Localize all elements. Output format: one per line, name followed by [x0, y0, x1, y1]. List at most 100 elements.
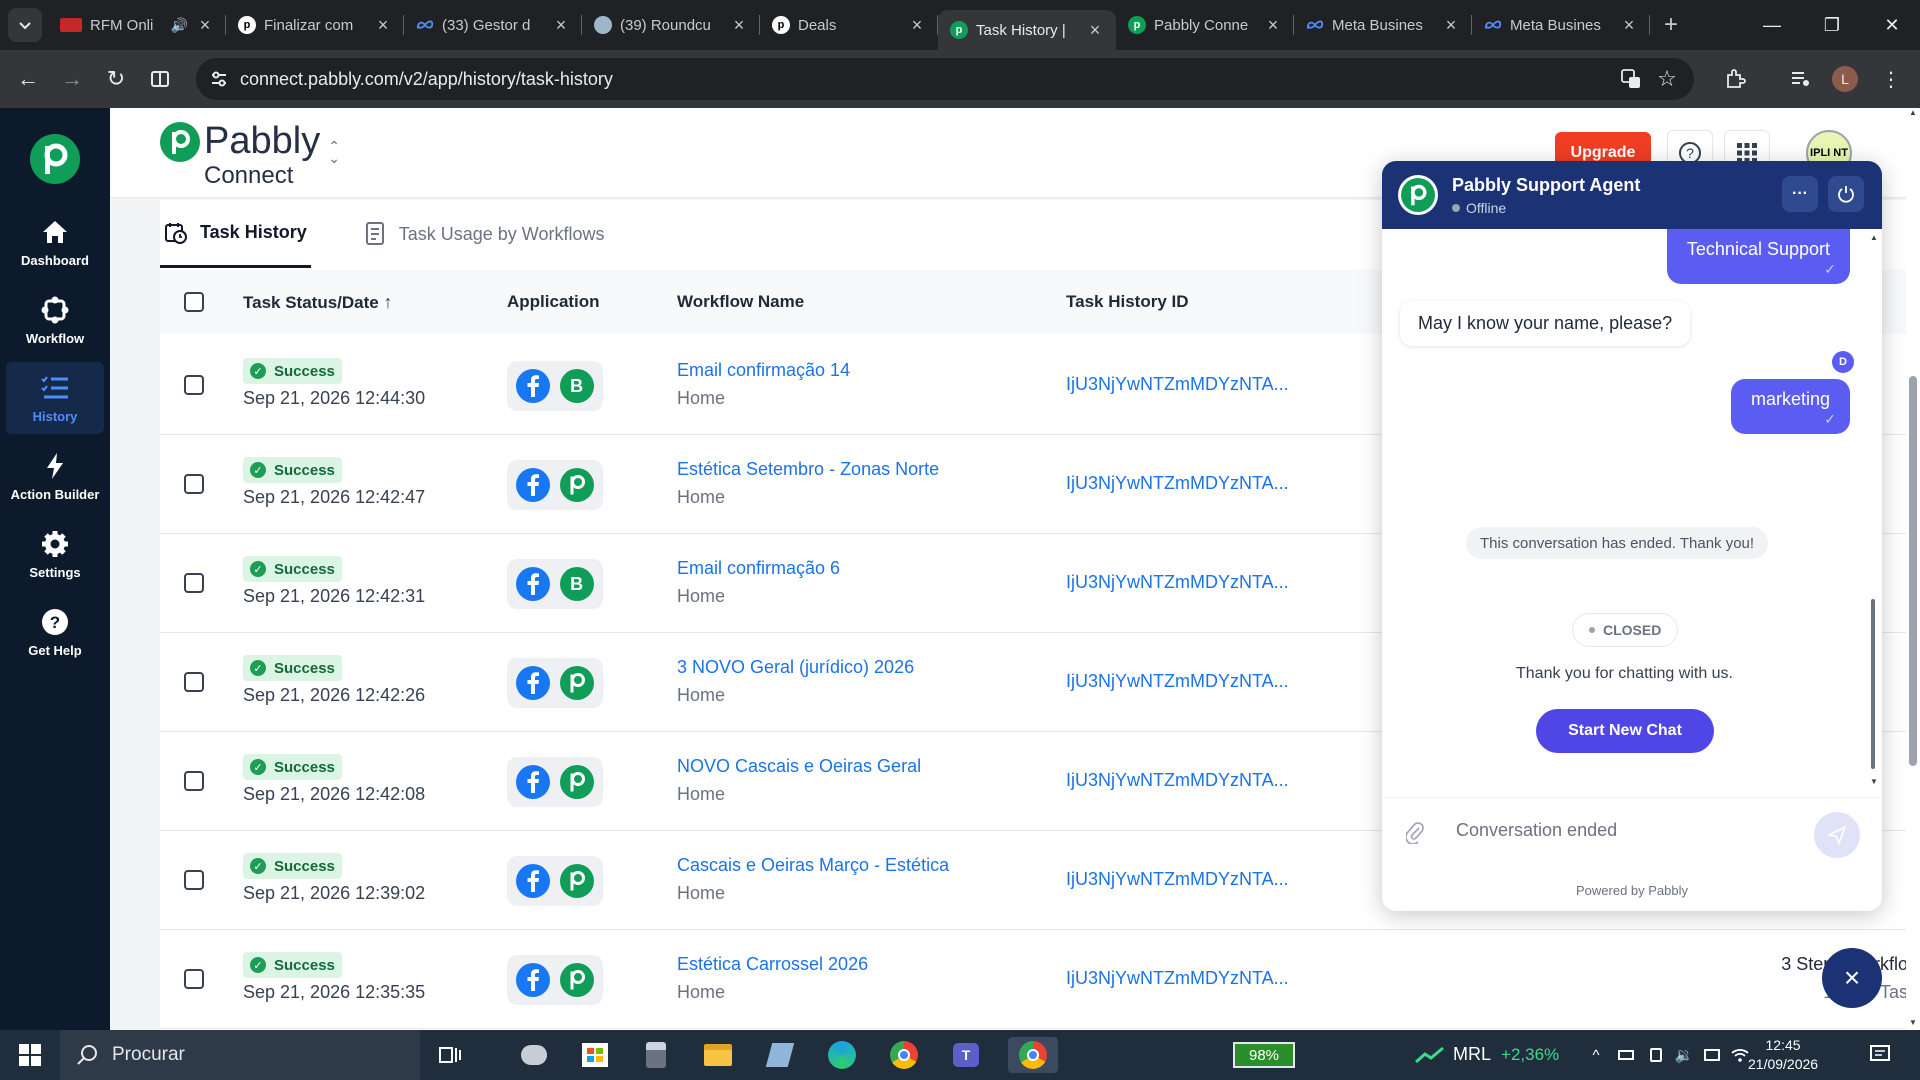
sidebar-item-action-builder[interactable]: Action Builder	[6, 440, 104, 512]
browser-tab[interactable]: (39) Roundcu ×	[582, 0, 760, 50]
browser-tab-active[interactable]: p Task History | ×	[938, 10, 1116, 50]
media-controls-icon[interactable]	[1786, 64, 1816, 94]
send-button[interactable]	[1814, 812, 1860, 858]
star-icon[interactable]: ☆	[1652, 64, 1682, 94]
select-all-checkbox[interactable]	[184, 292, 204, 312]
tab-task-history[interactable]: Task History	[160, 200, 311, 268]
sidebar-item-workflow[interactable]: Workflow	[6, 284, 104, 356]
close-icon[interactable]: ×	[1086, 20, 1104, 41]
notifications-icon[interactable]	[1868, 1042, 1892, 1066]
notepad-icon[interactable]	[760, 1037, 800, 1073]
workflow-link[interactable]: Email confirmação 6	[677, 558, 840, 579]
row-checkbox[interactable]	[184, 474, 204, 494]
system-clock[interactable]: 12:45 21/09/2026	[1748, 1036, 1818, 1074]
battery-indicator[interactable]: 98%	[1233, 1042, 1295, 1068]
workflow-link[interactable]: Estética Setembro - Zonas Norte	[677, 459, 939, 480]
forward-button[interactable]: →	[50, 57, 94, 101]
chat-end-button[interactable]	[1828, 176, 1864, 212]
url-text[interactable]: connect.pabbly.com/v2/app/history/task-h…	[240, 69, 613, 90]
row-checkbox[interactable]	[184, 771, 204, 791]
workflow-link[interactable]: 3 NOVO Geral (jurídico) 2026	[677, 657, 914, 678]
sidebar-item-settings[interactable]: Settings	[6, 518, 104, 590]
column-header-status[interactable]: Task Status/Date ↑	[243, 292, 392, 313]
pabbly-connect-logo[interactable]: Pabbly Connect ⌃ ⌄	[160, 122, 340, 189]
chat-input[interactable]: Conversation ended	[1456, 820, 1617, 841]
edge-icon[interactable]	[822, 1037, 862, 1073]
task-history-id-link[interactable]: IjU3NjYwNTZmMDYzNTA...	[1066, 473, 1289, 494]
reload-button[interactable]: ↻	[94, 57, 138, 101]
browser-tab[interactable]: p Deals ×	[760, 0, 938, 50]
split-view-button[interactable]	[138, 57, 182, 101]
close-icon[interactable]: ×	[908, 15, 926, 36]
back-button[interactable]: ←	[6, 57, 50, 101]
start-new-chat-button[interactable]: Start New Chat	[1536, 709, 1714, 753]
close-icon[interactable]: ×	[730, 15, 748, 36]
task-history-id-link[interactable]: IjU3NjYwNTZmMDYzNTA...	[1066, 374, 1289, 395]
address-bar[interactable]: connect.pabbly.com/v2/app/history/task-h…	[196, 58, 1694, 100]
sidebar-item-history[interactable]: History	[6, 362, 104, 434]
task-history-id-link[interactable]: IjU3NjYwNTZmMDYzNTA...	[1066, 572, 1289, 593]
chevron-up-icon[interactable]: ^	[1584, 1043, 1608, 1067]
chat-options-button[interactable]: ···	[1782, 176, 1818, 212]
table-row[interactable]: ✓ Success Sep 21, 2026 12:35:35 Estética Ca…	[160, 930, 1920, 1029]
browser-tab[interactable]: RFM Onli 🔊 ×	[48, 0, 226, 50]
sort-ascending-icon[interactable]: ↑	[383, 292, 392, 312]
task-history-id-link[interactable]: IjU3NjYwNTZmMDYzNTA...	[1066, 869, 1289, 890]
row-checkbox[interactable]	[184, 870, 204, 890]
chat-scrollbar[interactable]: ▲ ▼	[1868, 229, 1878, 791]
restore-button[interactable]: ❐	[1802, 0, 1862, 50]
browser-tab[interactable]: (33) Gestor d ×	[404, 0, 582, 50]
file-explorer-icon[interactable]	[698, 1037, 738, 1073]
close-icon[interactable]: ×	[196, 15, 214, 36]
task-history-id-link[interactable]: IjU3NjYwNTZmMDYzNTA...	[1066, 671, 1289, 692]
attachment-icon[interactable]	[1406, 822, 1424, 844]
browser-tab[interactable]: p Pabbly Conne ×	[1116, 0, 1294, 50]
sidebar-item-get-help[interactable]: ? Get Help	[6, 596, 104, 668]
workflow-link[interactable]: Estética Carrossel 2026	[677, 954, 868, 975]
row-checkbox[interactable]	[184, 672, 204, 692]
stock-widget[interactable]: MRL +2,36%	[1415, 1044, 1559, 1065]
volume-icon[interactable]: 🔉	[1672, 1043, 1696, 1067]
tab-search-button[interactable]	[8, 8, 42, 42]
workflow-link[interactable]: Email confirmação 14	[677, 360, 850, 381]
workflow-link[interactable]: NOVO Cascais e Oeiras Geral	[677, 756, 921, 777]
browser-tab[interactable]: Meta Busines ×	[1472, 0, 1650, 50]
chrome-icon[interactable]	[884, 1037, 924, 1073]
row-checkbox[interactable]	[184, 375, 204, 395]
browser-tab[interactable]: Meta Busines ×	[1294, 0, 1472, 50]
close-window-button[interactable]: ✕	[1862, 0, 1920, 50]
device-icon[interactable]	[1644, 1043, 1668, 1067]
chrome-active-icon[interactable]	[1008, 1037, 1058, 1073]
close-icon[interactable]: ×	[552, 15, 570, 36]
browser-tab[interactable]: p Finalizar com ×	[226, 0, 404, 50]
close-icon[interactable]: ×	[1620, 15, 1638, 36]
new-tab-button[interactable]: +	[1656, 10, 1686, 40]
close-icon[interactable]: ×	[374, 15, 392, 36]
chat-close-fab[interactable]: ×	[1822, 948, 1882, 1008]
taskbar-search[interactable]: Procurar	[60, 1030, 420, 1080]
weather-widget-icon[interactable]	[514, 1037, 554, 1073]
pabbly-logo-icon[interactable]	[30, 134, 80, 184]
workflow-link[interactable]: Cascais e Oeiras Março - Estética	[677, 855, 949, 876]
speaker-icon[interactable]: 🔊	[171, 17, 188, 34]
row-checkbox[interactable]	[184, 573, 204, 593]
extensions-icon[interactable]	[1720, 64, 1750, 94]
profile-avatar[interactable]: L	[1832, 66, 1858, 92]
task-view-icon[interactable]	[430, 1037, 470, 1073]
close-icon[interactable]: ×	[1264, 15, 1282, 36]
task-history-id-link[interactable]: IjU3NjYwNTZmMDYzNTA...	[1066, 770, 1289, 791]
translate-icon[interactable]	[1616, 64, 1646, 94]
close-icon[interactable]: ×	[1442, 15, 1460, 36]
calculator-icon[interactable]	[636, 1037, 676, 1073]
page-scrollbar-thumb[interactable]	[1909, 376, 1917, 766]
minimize-button[interactable]: —	[1742, 0, 1802, 50]
start-button[interactable]	[0, 1030, 60, 1080]
site-settings-icon[interactable]	[210, 70, 228, 88]
page-scrollbar[interactable]: ▲ ▼	[1906, 108, 1920, 1030]
sidebar-item-dashboard[interactable]: Dashboard	[6, 206, 104, 278]
chevron-updown-icon[interactable]: ⌃ ⌄	[328, 139, 340, 165]
row-checkbox[interactable]	[184, 969, 204, 989]
microsoft-store-icon[interactable]	[575, 1037, 615, 1073]
battery-icon[interactable]	[1614, 1043, 1638, 1067]
menu-dots-icon[interactable]: ⋮	[1876, 64, 1906, 94]
